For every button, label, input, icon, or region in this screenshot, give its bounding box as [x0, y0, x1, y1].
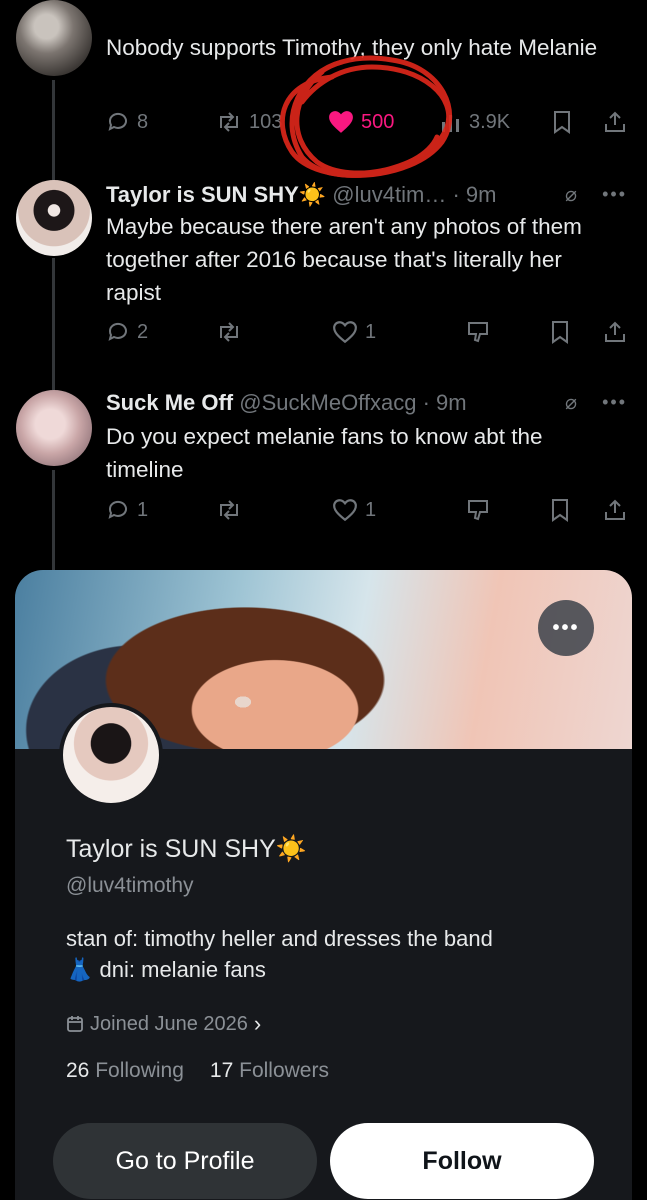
- tweet-header: Suck Me Off @SuckMeOffxacg · 9m: [106, 390, 467, 416]
- profile-bio: stan of: timothy heller and dresses the …: [66, 923, 596, 985]
- more-icon[interactable]: •••: [602, 184, 627, 205]
- retweet-button[interactable]: [216, 498, 242, 522]
- following-link[interactable]: 26 Following: [66, 1059, 184, 1083]
- bookmark-button[interactable]: [551, 110, 573, 134]
- share-button[interactable]: [603, 110, 627, 134]
- reply-button[interactable]: 8: [106, 110, 148, 134]
- bookmark-icon: [554, 111, 570, 134]
- calendar-icon: [67, 1016, 83, 1032]
- follow-button[interactable]: Follow: [330, 1123, 594, 1199]
- more-options-button[interactable]: •••: [538, 600, 594, 656]
- reply-count: 2: [137, 320, 149, 343]
- following-label: Following: [95, 1059, 184, 1082]
- bookmark-icon: [552, 321, 568, 344]
- thumbs-down-icon: [468, 500, 488, 521]
- dress-emoji: 👗: [66, 957, 94, 982]
- avatar[interactable]: [16, 180, 92, 256]
- share-icon: [605, 321, 625, 342]
- reply-count: 8: [137, 110, 149, 133]
- sun-emoji: ☀️: [275, 835, 307, 863]
- tweet[interactable]: Suck Me Off @SuckMeOffxacg · 9m ⌀ ••• Do…: [0, 388, 647, 558]
- retweet-icon: [220, 500, 238, 520]
- tweet-actions: 8 103 500 3.9K: [106, 110, 636, 140]
- bio-text: dni: melanie fans: [99, 957, 266, 982]
- like-count: 1: [365, 498, 377, 521]
- dislike-button[interactable]: [466, 320, 490, 344]
- retweet-icon: [220, 322, 238, 342]
- go-to-profile-button[interactable]: Go to Profile: [53, 1123, 317, 1199]
- views-icon: [442, 115, 459, 132]
- timestamp[interactable]: · 9m: [452, 182, 496, 207]
- like-count: 1: [365, 320, 377, 343]
- tweet-header: Taylor is SUN SHY☀️ @luv4tim… · 9m: [106, 182, 496, 208]
- reply-button[interactable]: 2: [106, 320, 148, 344]
- views-count: 3.9K: [469, 110, 511, 133]
- profile-avatar[interactable]: [59, 703, 163, 807]
- tweet-actions: 2 1: [106, 320, 636, 350]
- avatar[interactable]: [16, 0, 92, 76]
- display-name[interactable]: Taylor is SUN SHY: [106, 182, 299, 207]
- heart-icon: [329, 111, 353, 133]
- timestamp[interactable]: · 9m: [423, 390, 467, 415]
- reply-icon: [108, 112, 127, 131]
- profile-handle: @luv4timothy: [66, 874, 194, 897]
- sun-emoji: ☀️: [298, 182, 327, 207]
- heart-icon: [333, 321, 357, 344]
- like-count: 500: [361, 110, 395, 133]
- share-icon: [605, 499, 625, 520]
- grok-icon[interactable]: ⌀: [565, 182, 577, 207]
- followers-link[interactable]: 17 Followers: [210, 1059, 329, 1083]
- tweet-text: Do you expect melanie fans to know abt t…: [106, 424, 543, 482]
- like-button[interactable]: 1: [332, 320, 376, 344]
- thumbs-down-icon: [468, 322, 488, 343]
- bookmark-button[interactable]: [549, 320, 571, 344]
- bookmark-button[interactable]: [549, 498, 571, 522]
- tweet[interactable]: Taylor is SUN SHY☀️ @luv4tim… · 9m ⌀ •••…: [0, 176, 647, 376]
- chevron-right-icon: ›: [253, 1011, 262, 1036]
- tweet-actions: 1 1: [106, 498, 636, 528]
- tweet-text: Nobody supports Timothy, they only hate …: [106, 35, 598, 60]
- reply-icon: [108, 500, 127, 519]
- reply-count: 1: [137, 498, 149, 521]
- joined-text: Joined June 2026: [90, 1012, 248, 1035]
- reply-icon: [108, 322, 127, 341]
- joined-date[interactable]: Joined June 2026 ›: [66, 1011, 261, 1037]
- share-button[interactable]: [603, 498, 627, 522]
- more-icon[interactable]: •••: [602, 392, 627, 413]
- user-handle[interactable]: @SuckMeOffxacg: [239, 390, 416, 415]
- bookmark-icon: [552, 499, 568, 522]
- following-count: 26: [66, 1059, 90, 1082]
- retweet-icon: [220, 112, 238, 132]
- avatar[interactable]: [16, 390, 92, 466]
- bio-line: 👗 dni: melanie fans: [66, 954, 596, 985]
- reply-button[interactable]: 1: [106, 498, 148, 522]
- like-button[interactable]: 1: [332, 498, 376, 522]
- views-button[interactable]: 3.9K: [440, 110, 510, 134]
- retweet-button[interactable]: 103: [216, 110, 282, 134]
- profile-card: ••• Taylor is SUN SHY☀️ @luv4timothy sta…: [15, 570, 632, 1200]
- more-icon: •••: [552, 616, 580, 639]
- tweet[interactable]: Nobody supports Timothy, they only hate …: [0, 0, 647, 160]
- profile-name: Taylor is SUN SHY☀️: [66, 835, 307, 864]
- bio-line: stan of: timothy heller and dresses the …: [66, 926, 493, 951]
- follow-stats: 26 Following 17 Followers: [66, 1059, 329, 1083]
- profile-display-name: Taylor is SUN SHY: [66, 835, 276, 863]
- heart-icon: [333, 499, 357, 522]
- followers-count: 17: [209, 1059, 234, 1082]
- dislike-button[interactable]: [466, 498, 490, 522]
- user-handle[interactable]: @luv4tim…: [332, 182, 446, 207]
- share-icon: [605, 111, 625, 132]
- grok-icon[interactable]: ⌀: [565, 390, 577, 415]
- like-button[interactable]: 500: [328, 110, 394, 134]
- followers-label: Followers: [239, 1059, 329, 1082]
- display-name[interactable]: Suck Me Off: [106, 390, 233, 415]
- retweet-count: 103: [249, 110, 283, 133]
- tweet-text: Maybe because there aren't any photos of…: [106, 214, 582, 305]
- retweet-button[interactable]: [216, 320, 242, 344]
- share-button[interactable]: [603, 320, 627, 344]
